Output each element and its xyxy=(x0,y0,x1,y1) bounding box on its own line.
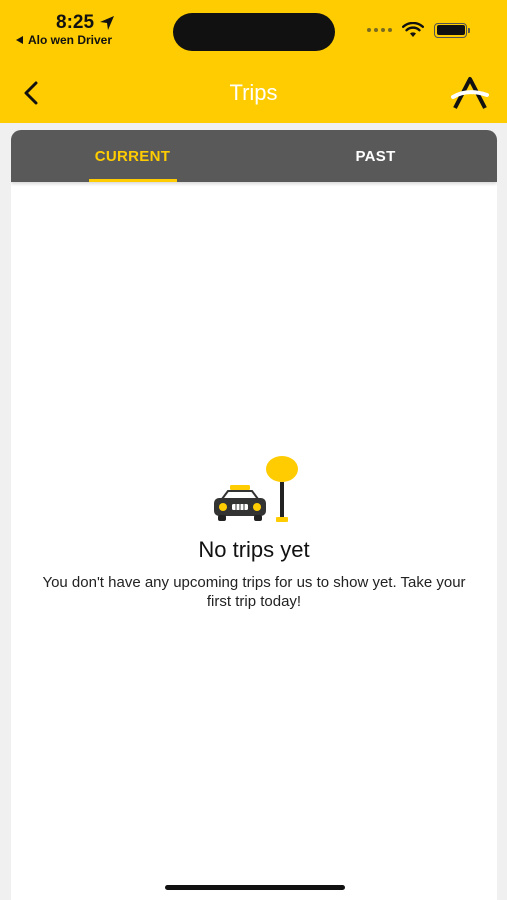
dynamic-island xyxy=(173,13,335,51)
trips-card: CURRENT PAST No trips yet You don't have… xyxy=(11,130,497,900)
battery-icon xyxy=(434,22,470,38)
status-back-to-app[interactable]: Alo wen Driver xyxy=(16,33,112,47)
top-bar: 8:25 Alo wen Driver Trips xyxy=(0,0,507,123)
cellular-signal-icon xyxy=(367,28,392,32)
active-tab-indicator xyxy=(89,179,177,182)
wifi-icon xyxy=(402,22,424,37)
empty-state-message: You don't have any upcoming trips for us… xyxy=(42,574,466,610)
status-back-app-label: Alo wen Driver xyxy=(28,33,113,47)
empty-state-title: No trips yet xyxy=(198,537,310,562)
home-indicator[interactable] xyxy=(165,885,345,890)
trip-tabs: CURRENT PAST xyxy=(11,130,497,182)
screen: 8:25 Alo wen Driver Trips CURRENT PAST N… xyxy=(0,0,507,900)
page-title: Trips xyxy=(229,80,278,105)
location-arrow-icon xyxy=(100,16,115,30)
tab-past-label: PAST xyxy=(355,147,396,165)
empty-state: No trips yet You don't have any upcoming… xyxy=(11,455,497,611)
tab-current-label: CURRENT xyxy=(94,147,171,165)
status-time: 8:25 xyxy=(56,12,115,34)
status-time-label: 8:25 xyxy=(56,12,95,33)
status-indicators xyxy=(367,22,470,38)
back-triangle-icon xyxy=(16,36,23,44)
taxi-stop-illustration xyxy=(214,456,298,522)
app-logo-icon xyxy=(451,77,489,109)
tab-current[interactable]: CURRENT xyxy=(11,130,254,182)
tab-past[interactable]: PAST xyxy=(254,130,497,182)
